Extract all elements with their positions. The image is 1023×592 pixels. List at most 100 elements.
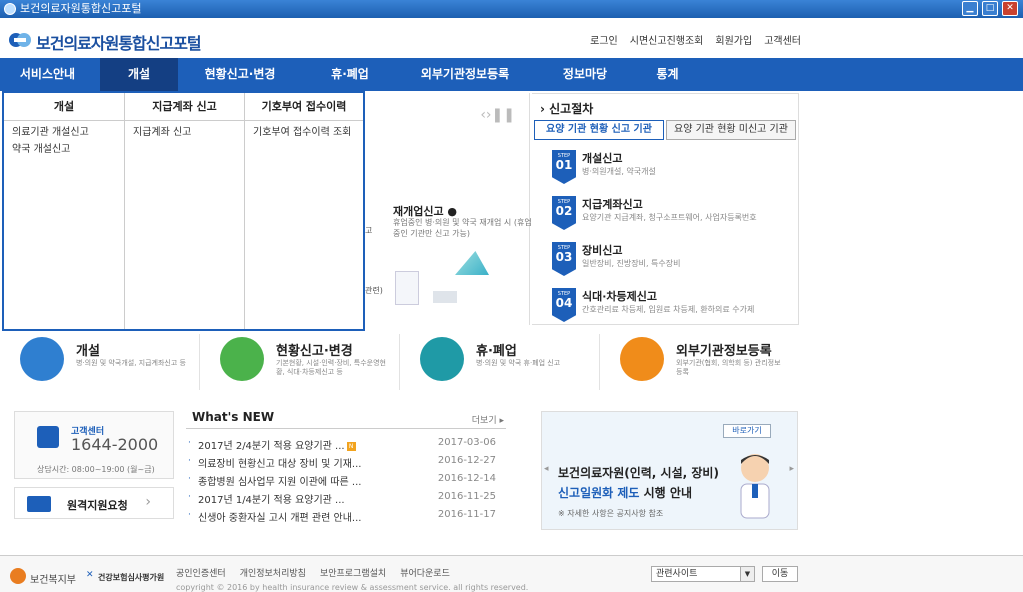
news-item-title: 2017년 1/4분기 적용 요양기관 ... [198, 495, 345, 506]
news-item[interactable]: · 종합병원 심사업무 지원 이관에 따른 ... 2016-12-14 [186, 472, 506, 490]
nav-info-plaza[interactable]: 정보마당 [540, 58, 630, 91]
service-title: 휴·폐업 [476, 344, 517, 359]
customer-center-box: 고객센터 1644-2000 상담시간: 08:00~19:00 (월~금) [14, 411, 174, 479]
step-desc: 일반장비, 진방장비, 특수장비 [582, 259, 681, 268]
bullet-icon: · [188, 474, 191, 484]
service-status[interactable]: 현황신고·변경 기본현황, 시설·인력·장비, 특수운영현황, 식대·차등제신고… [200, 334, 400, 390]
remote-support-button[interactable]: 원격지원요청 › [14, 487, 174, 519]
dropdown-item-code-history[interactable]: 기호부여 접수이력 조회 [245, 121, 363, 140]
main-banner: ‹›❚❚ 고 재개업신고 ● 휴업중인 병·의원 및 약국 재개업 시 (휴업중… [365, 93, 532, 325]
go-button[interactable]: 이동 [762, 566, 798, 582]
news-item[interactable]: · 신생아 중환자실 고시 개편 관련 안내... 2016-11-17 [186, 508, 506, 526]
chevron-right-icon[interactable]: ▸ [789, 464, 794, 474]
step-badge: STEP 04 [552, 288, 576, 322]
step-item[interactable]: STEP 04 식대·차등제신고 간호관리료 차등제, 입원료 차등제, 환하의료… [552, 288, 792, 328]
customer-hours: 상담시간: 08:00~19:00 (월~금) [37, 465, 155, 474]
banner-controls-icon[interactable]: ‹›❚❚ [480, 107, 515, 123]
service-shortcuts: 개설 병·의원 및 약국개설, 지급계좌신고 등 현황신고·변경 기본현황, 시… [0, 326, 1023, 394]
character-illustration [740, 454, 770, 519]
hira-logo-icon: ✕ [86, 570, 94, 580]
dropdown-header: 기호부여 접수이력 [245, 93, 363, 121]
close-icon[interactable]: ✕ [1002, 1, 1018, 16]
nav-status-report[interactable]: 현황신고·변경 [190, 58, 290, 91]
minimize-icon[interactable]: ▁ [962, 1, 978, 16]
shortcut-button[interactable]: 바로가기 [723, 424, 771, 438]
dropdown-column: 개설 의료기관 개설신고 약국 개설신고 [4, 93, 125, 329]
footer-link-viewer[interactable]: 뷰어다운로드 [400, 566, 450, 579]
copyright: copyright © 2016 by health insurance rev… [176, 583, 529, 592]
dropdown-item-clinic-open[interactable]: 의료기관 개설신고 [4, 121, 124, 140]
step-title: 장비신고 [582, 244, 623, 257]
footer-link-privacy[interactable]: 개인정보처리방침 [240, 566, 306, 579]
step-badge: STEP 02 [552, 196, 576, 230]
hira-name: 건강보험심사평가원 [98, 573, 165, 582]
nav-service-guide[interactable]: 서비스안내 [0, 58, 95, 91]
tab-reported[interactable]: 요양 기관 현황 신고 기관 [534, 120, 664, 140]
logo-icon [9, 33, 31, 47]
footer-link-security[interactable]: 보안프로그램설치 [320, 566, 386, 579]
new-badge: N [346, 441, 356, 451]
news-item-title: 의료장비 현황신고 대상 장비 및 기재... [198, 459, 362, 470]
news-more-link[interactable]: 더보기 ▸ [472, 413, 504, 426]
service-closure[interactable]: 휴·폐업 병·의원 및 약국 휴·폐업 신고 [400, 334, 600, 390]
step-desc: 병·의원개설, 약국개설 [582, 167, 656, 176]
related-site-select[interactable]: 관련사이트 ▼ [651, 566, 755, 582]
chevron-left-icon[interactable]: ◂ [544, 464, 549, 474]
service-external[interactable]: 외부기관정보등록 외부기관(협회, 의학회 등) 관리정보 등록 [600, 334, 800, 390]
nav-statistics[interactable]: 통계 [630, 58, 705, 91]
service-open[interactable]: 개설 병·의원 및 약국개설, 지급계좌신고 등 [0, 334, 200, 390]
customer-phone: 1644-2000 [71, 435, 159, 454]
site-footer: 보건복지부 ✕ 건강보험심사평가원 공인인증센터 개인정보처리방침 보안프로그램… [0, 555, 1023, 592]
service-desc: 병·의원 및 약국개설, 지급계좌신고 등 [76, 359, 186, 367]
service-desc: 외부기관(협회, 의학회 등) 관리정보 등록 [676, 359, 781, 376]
notice-line3: ※ 자세한 사항은 공지사항 참조 [558, 509, 664, 518]
news-item[interactable]: · 의료장비 현황신고 대상 장비 및 기재... 2016-12-27 [186, 454, 506, 472]
dropdown-header: 지급계좌 신고 [125, 93, 244, 121]
bullet-icon: · [188, 492, 191, 502]
building-illustration [395, 271, 419, 305]
truck-illustration [433, 291, 457, 303]
chart-illustration [455, 251, 489, 275]
chevron-down-icon: ▼ [740, 567, 754, 581]
footer-link-cert[interactable]: 공인인증센터 [176, 566, 226, 579]
step-title: 개설신고 [582, 152, 623, 165]
monitor-download-icon [620, 337, 664, 381]
banner-cut-text: 고 [365, 226, 373, 235]
news-item-date: 2016-12-27 [437, 455, 496, 466]
dropdown-item-pharmacy-open[interactable]: 약국 개설신고 [4, 140, 124, 157]
tab-unreported[interactable]: 요양 기관 현황 미신고 기관 [666, 120, 796, 140]
customer-center-link[interactable]: 고객센터 [764, 32, 801, 47]
ministry-logo-icon [10, 568, 26, 584]
chevron-right-icon: › [145, 494, 151, 510]
news-item-date: 2016-12-14 [437, 473, 496, 484]
nav-external-registration[interactable]: 외부기관정보등록 [405, 58, 525, 91]
maximize-icon[interactable]: □ [982, 1, 998, 16]
step-desc: 간호관리료 차등제, 입원료 차등제, 환하의료 수가제 [582, 305, 755, 314]
window-title: 보건의료자원통합신고포털 [20, 2, 142, 15]
step-title: 식대·차등제신고 [582, 290, 658, 303]
procedure-title: › 신고절차 [540, 102, 594, 116]
news-item[interactable]: · 2017년 1/4분기 적용 요양기관 ... 2016-11-25 [186, 490, 506, 508]
login-link[interactable]: 로그인 [590, 32, 618, 47]
site-header: 보건의료자원통합신고포털 로그인 시면신고진행조회 회원가입 고객센터 [0, 18, 1023, 58]
progress-inquiry-link[interactable]: 시면신고진행조회 [630, 32, 704, 47]
service-desc: 병·의원 및 약국 휴·폐업 신고 [476, 359, 561, 367]
window-titlebar: 보건의료자원통합신고포털 ▁ □ ✕ [0, 0, 1023, 18]
step-item[interactable]: STEP 03 장비신고 일반장비, 진방장비, 특수장비 [552, 242, 792, 282]
step-item[interactable]: STEP 01 개설신고 병·의원개설, 약국개설 [552, 150, 792, 190]
step-item[interactable]: STEP 02 지급계좌신고 요양기관 지급계좌, 청구소프트웨어, 사업자등록번… [552, 196, 792, 236]
service-desc: 기본현황, 시설·인력·장비, 특수운영현황, 식대·차등제신고 등 [276, 359, 386, 376]
service-title: 현황신고·변경 [276, 344, 353, 359]
notice-line2: 신고일원화 제도 시행 안내 [558, 486, 692, 500]
dropdown-column: 지급계좌 신고 지급계좌 신고 [125, 93, 245, 329]
dropdown-item-account[interactable]: 지급계좌 신고 [125, 121, 244, 140]
signup-link[interactable]: 회원가입 [715, 32, 752, 47]
ministry-name: 보건복지부 [30, 575, 76, 586]
nav-open[interactable]: 개설 [100, 58, 178, 91]
news-item[interactable]: · 2017년 2/4분기 적용 요양기관 ... N 2017-03-06 [186, 436, 506, 454]
service-title: 외부기관정보등록 [676, 344, 772, 359]
nav-closure[interactable]: 휴·폐업 [305, 58, 395, 91]
news-item-title: 종합병원 심사업무 지원 이관에 따른 ... [198, 477, 362, 488]
step-badge: STEP 03 [552, 242, 576, 276]
bullet-icon: · [188, 510, 191, 520]
